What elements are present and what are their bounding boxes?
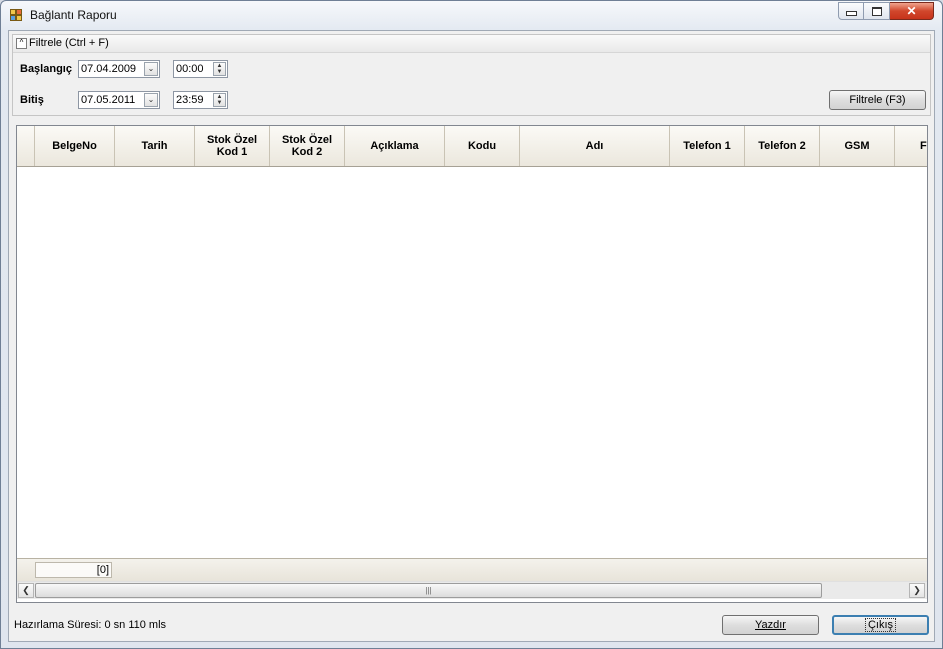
- end-time-input[interactable]: 23:59 ▲ ▼: [173, 91, 228, 109]
- column-header[interactable]: Kodu: [445, 126, 520, 166]
- exit-button[interactable]: Çıkış: [832, 615, 929, 635]
- spin-down-icon[interactable]: ▼: [214, 69, 225, 75]
- maximize-button[interactable]: [864, 2, 890, 20]
- report-grid: BelgeNo Tarih Stok Özel Kod 1 Stok Özel …: [16, 125, 928, 603]
- collapse-icon[interactable]: ^: [16, 38, 27, 49]
- column-header[interactable]: GSM: [820, 126, 895, 166]
- start-time-spinner[interactable]: ▲ ▼: [213, 62, 226, 76]
- end-time-value: 23:59: [176, 94, 204, 106]
- column-header[interactable]: BelgeNo: [35, 126, 115, 166]
- scroll-thumb[interactable]: |||: [35, 583, 822, 598]
- spin-down-icon[interactable]: ▼: [214, 100, 225, 106]
- minimize-button[interactable]: [838, 2, 864, 20]
- exit-button-label: Çıkış: [864, 618, 897, 632]
- column-header[interactable]: Stok Özel Kod 1: [195, 126, 270, 166]
- scroll-right-icon[interactable]: ❯: [909, 583, 925, 598]
- title-bar[interactable]: Bağlantı Raporu ✕: [1, 1, 942, 29]
- row-count: [0]: [35, 562, 112, 578]
- app-icon: [10, 9, 23, 22]
- end-time-spinner[interactable]: ▲ ▼: [213, 93, 226, 107]
- end-date-value: 07.05.2011: [81, 94, 136, 106]
- start-date-value: 07.04.2009: [81, 63, 137, 75]
- column-header[interactable]: Fa: [895, 126, 927, 166]
- chevron-down-icon[interactable]: ⌄: [144, 93, 158, 107]
- print-button[interactable]: Yazdır: [722, 615, 819, 635]
- row-indicator-header: [17, 126, 35, 166]
- column-header[interactable]: Stok Özel Kod 2: [270, 126, 345, 166]
- horizontal-scrollbar[interactable]: ❮ ||| ❯: [17, 581, 927, 599]
- client-area: ^ Filtrele (Ctrl + F) Başlangıç 07.04.20…: [8, 30, 935, 642]
- restore-icon: [871, 6, 882, 16]
- filter-panel: ^ Filtrele (Ctrl + F) Başlangıç 07.04.20…: [12, 34, 931, 116]
- column-header[interactable]: Adı: [520, 126, 670, 166]
- minimize-icon: [845, 11, 857, 16]
- filter-button[interactable]: Filtrele (F3): [829, 90, 926, 110]
- preparation-time-status: Hazırlama Süresi: 0 sn 110 mls: [14, 619, 167, 631]
- column-header[interactable]: Açıklama: [345, 126, 445, 166]
- grid-summary-footer: [0]: [17, 558, 927, 581]
- window-title: Bağlantı Raporu: [30, 8, 117, 22]
- end-label: Bitiş: [20, 94, 44, 106]
- column-header[interactable]: Tarih: [115, 126, 195, 166]
- close-button[interactable]: ✕: [890, 2, 934, 20]
- filter-panel-header[interactable]: ^ Filtrele (Ctrl + F): [13, 35, 930, 53]
- column-header[interactable]: Telefon 1: [670, 126, 745, 166]
- column-header[interactable]: Telefon 2: [745, 126, 820, 166]
- start-time-input[interactable]: 00:00 ▲ ▼: [173, 60, 228, 78]
- chevron-down-icon[interactable]: ⌄: [144, 62, 158, 76]
- close-icon: ✕: [906, 4, 917, 18]
- start-label: Başlangıç: [20, 63, 72, 75]
- start-date-picker[interactable]: 07.04.2009 ⌄: [78, 60, 160, 78]
- start-time-value: 00:00: [176, 63, 204, 75]
- filter-panel-title: Filtrele (Ctrl + F): [29, 37, 109, 49]
- window-controls: ✕: [838, 2, 934, 20]
- grid-header: BelgeNo Tarih Stok Özel Kod 1 Stok Özel …: [17, 126, 927, 167]
- scroll-left-icon[interactable]: ❮: [18, 583, 34, 598]
- end-date-picker[interactable]: 07.05.2011 ⌄: [78, 91, 160, 109]
- report-window: Bağlantı Raporu ✕ ^ Filtrele (Ctrl + F) …: [0, 0, 943, 649]
